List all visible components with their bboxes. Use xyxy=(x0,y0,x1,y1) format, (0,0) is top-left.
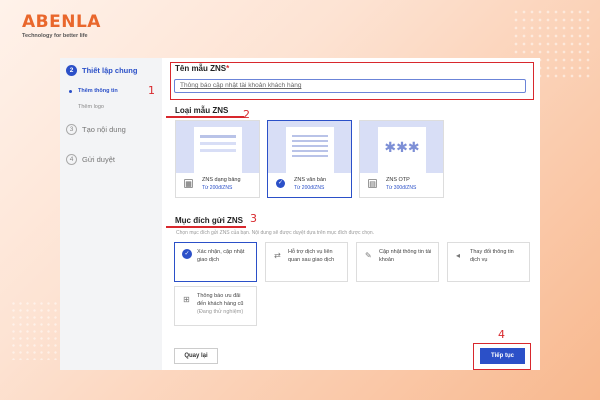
gift-icon: ⊞ xyxy=(183,295,190,304)
template-option-text[interactable]: ✓ ZNS văn bản Từ 200đ/ZNS xyxy=(267,120,352,198)
next-button[interactable]: Tiếp tục xyxy=(480,348,525,364)
purpose-option-support[interactable]: ⇄ Hỗ trợ dịch vụ liên quan sau giao dịch xyxy=(265,242,348,282)
check-icon: ✓ xyxy=(182,249,192,259)
preview-paper xyxy=(286,127,334,173)
template-option-table[interactable]: ▦ ZNS dạng bảng Từ 200đ/ZNS xyxy=(175,120,260,198)
active-dot-icon xyxy=(69,89,72,93)
template-name-title-text: Tên mẫu ZNS xyxy=(175,64,227,73)
annotation-number-1: 1 xyxy=(148,84,155,97)
step-label: Tạo nội dung xyxy=(82,125,126,134)
template-type-title: Loại mẫu ZNS xyxy=(175,106,229,115)
template-name-label: ZNS dạng bảng xyxy=(202,177,241,183)
template-name-title: Tên mẫu ZNS* xyxy=(175,64,229,73)
brand-tagline: Technology for better life xyxy=(22,33,88,39)
substep-label: Thêm thông tin xyxy=(78,88,118,94)
template-option-otp[interactable]: ✱✱✱ ▤ ZNS OTP Từ 300đ/ZNS xyxy=(359,120,444,198)
support-icon: ⇄ xyxy=(274,251,281,260)
otp-asterisks-icon: ✱✱✱ xyxy=(378,127,426,173)
megaphone-icon: ◂ xyxy=(456,251,461,260)
brand-logo: ABENLA Technology for better life xyxy=(22,12,101,39)
purpose-option-label: Thông báo ưu đãi đến khách hàng cũ xyxy=(197,293,244,307)
substep-add-info[interactable]: Thêm thông tin xyxy=(69,88,118,94)
template-name-label: ZNS văn bản xyxy=(294,177,327,183)
annotation-number-2: 2 xyxy=(243,108,250,121)
zns-create-panel: 2 Thiết lập chung Thêm thông tin Thêm lo… xyxy=(60,58,540,370)
step-number: 4 xyxy=(66,154,77,165)
purpose-description: Chọn mục đích gửi ZNS của bạn. Nội dung … xyxy=(176,230,375,236)
purpose-option-label: Cập nhật thông tin tài khoản xyxy=(379,249,432,263)
purpose-option-service-change[interactable]: ◂ Thay đổi thông tin dịch vụ xyxy=(447,242,530,282)
step-number: 2 xyxy=(66,65,77,76)
step-create-content[interactable]: 3 Tạo nội dung xyxy=(66,124,126,135)
form-content: Tên mẫu ZNS* Thông báo cập nhật tài khoả… xyxy=(166,58,537,370)
template-preview-table xyxy=(176,121,259,173)
annotation-underline-3 xyxy=(166,226,246,228)
template-price: Từ 300đ/ZNS xyxy=(386,185,417,191)
purpose-option-label: Thay đổi thông tin dịch vụ xyxy=(470,249,514,263)
purpose-option-label: Hỗ trợ dịch vụ liên quan sau giao dịch xyxy=(288,249,335,263)
back-button[interactable]: Quay lại xyxy=(174,348,218,364)
template-name-input[interactable]: Thông báo cập nhật tài khoản khách hàng xyxy=(174,79,526,93)
template-preview-otp: ✱✱✱ xyxy=(360,121,443,173)
step-general-setup[interactable]: 2 Thiết lập chung xyxy=(66,65,137,76)
step-number: 3 xyxy=(66,124,77,135)
purpose-option-confirm[interactable]: ✓ Xác nhận, cập nhật giao dịch xyxy=(174,242,257,282)
purpose-option-label: Xác nhận, cập nhật giao dịch xyxy=(197,249,245,263)
template-price: Từ 200đ/ZNS xyxy=(294,185,325,191)
template-price: Từ 200đ/ZNS xyxy=(202,185,233,191)
table-icon: ▦ xyxy=(184,179,193,188)
check-icon: ✓ xyxy=(276,179,285,188)
substep-label: Thêm logo xyxy=(78,104,104,110)
template-preview-text xyxy=(268,121,351,173)
account-icon: ✎ xyxy=(365,251,372,260)
annotation-number-4: 4 xyxy=(498,328,505,341)
step-label: Thiết lập chung xyxy=(82,66,138,75)
otp-icon: ▤ xyxy=(368,179,377,188)
purpose-title: Mục đích gửi ZNS xyxy=(175,216,244,225)
purpose-option-promo[interactable]: ⊞ Thông báo ưu đãi đến khách hàng cũ (Đa… xyxy=(174,286,257,326)
template-option-footer: ✓ ZNS văn bản Từ 200đ/ZNS xyxy=(268,173,351,199)
substep-add-logo[interactable]: Thêm logo xyxy=(78,104,104,110)
step-submit-review[interactable]: 4 Gửi duyệt xyxy=(66,154,115,165)
steps-sidebar: 2 Thiết lập chung Thêm thông tin Thêm lo… xyxy=(60,58,162,370)
preview-paper xyxy=(194,127,242,173)
annotation-number-3: 3 xyxy=(250,212,257,225)
template-option-footer: ▤ ZNS OTP Từ 300đ/ZNS xyxy=(360,173,443,199)
template-name-label: ZNS OTP xyxy=(386,177,410,183)
purpose-option-sublabel: (Đang thử nghiệm) xyxy=(197,308,244,315)
template-option-footer: ▦ ZNS dạng bảng Từ 200đ/ZNS xyxy=(176,173,259,199)
purpose-option-account[interactable]: ✎ Cập nhật thông tin tài khoản xyxy=(356,242,439,282)
required-mark: * xyxy=(226,64,230,73)
step-label: Gửi duyệt xyxy=(82,155,115,164)
brand-name: ABENLA xyxy=(22,12,101,32)
annotation-underline-2 xyxy=(166,116,244,118)
